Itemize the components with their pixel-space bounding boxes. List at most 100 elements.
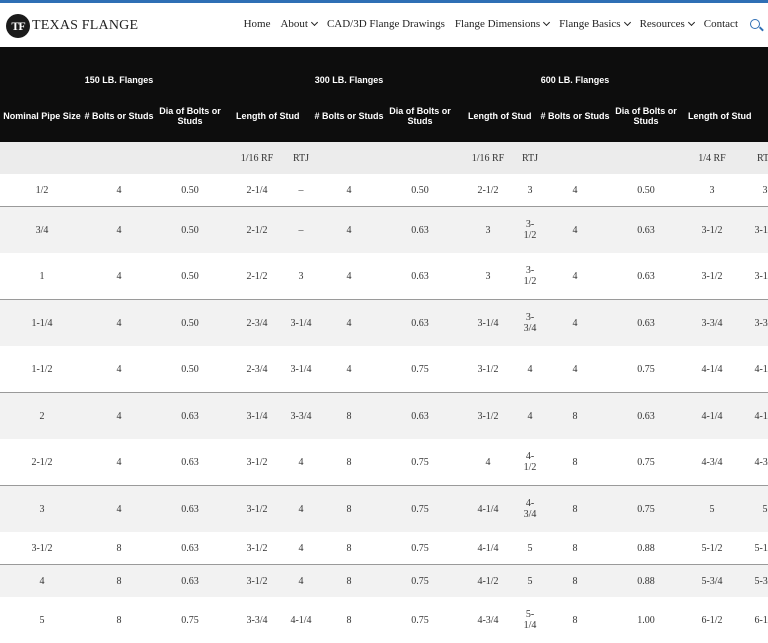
table-cell: 2-1/2: [456, 174, 520, 207]
nav-flange-basics[interactable]: Flange Basics: [559, 18, 631, 30]
table-cell: 3-1/2: [456, 346, 520, 393]
table-cell: 4: [0, 564, 84, 597]
table-cell: 4: [520, 346, 540, 393]
table-cell: 0.75: [610, 485, 682, 532]
table-cell: 3-1/2: [456, 392, 520, 439]
subheader-cell: 1/16 RF: [226, 142, 288, 174]
table-cell: 8: [314, 439, 384, 486]
nav-resources[interactable]: Resources: [639, 18, 695, 30]
table-cell: 4-1/4: [742, 392, 768, 439]
table-cell: 4: [314, 206, 384, 253]
table-cell: 0.75: [154, 597, 226, 643]
table-cell: 8: [314, 564, 384, 597]
nav-label: Home: [243, 18, 271, 30]
table-cell: 4: [84, 253, 154, 300]
table-cell: 0.63: [384, 299, 456, 346]
table-cell: 5-1/2: [682, 532, 742, 565]
table-cell: 3: [520, 174, 540, 207]
table-cell: 4-1/4: [456, 485, 520, 532]
table-cell: 4: [314, 174, 384, 207]
table-cell: 0.75: [384, 564, 456, 597]
table-cell: 4: [540, 206, 610, 253]
table-cell: 3-1/2: [682, 206, 742, 253]
table-cell: 3-1/2: [520, 206, 540, 253]
table-cell: 8: [540, 532, 610, 565]
table-cell: 0.63: [154, 439, 226, 486]
nav-label: Resources: [639, 18, 685, 30]
table-cell: 0.50: [154, 174, 226, 207]
table-cell: 3-3/4: [682, 299, 742, 346]
table-cell: 4: [84, 174, 154, 207]
table-cell: 0.75: [384, 485, 456, 532]
table-row: 1-1/2 4 0.50 2-3/4 3-1/4 4 0.75 3-1/2 4 4 0.75 4-1/…: [0, 346, 768, 393]
table-cell: 8: [540, 485, 610, 532]
table-cell: 2: [0, 392, 84, 439]
group-600lb-header: 600 LB. Flanges: [540, 47, 610, 89]
subheader-cell: 1/4 RF: [682, 142, 742, 174]
table-cell: 3: [682, 174, 742, 207]
nav-about[interactable]: About: [280, 18, 318, 30]
table-cell: 1: [0, 253, 84, 300]
table-cell: 0.63: [610, 206, 682, 253]
table-cell: 3-1/2: [682, 253, 742, 300]
table-row: 5 8 0.75 3-3/4 4-1/4 8 0.75 4-3/4 5-1/4 8 1.00 6-1/…: [0, 597, 768, 643]
table-cell: 0.75: [610, 439, 682, 486]
subheader-cell: RTJ: [288, 142, 314, 174]
table-cell: 4-1/4: [288, 597, 314, 643]
table-cell: 5: [520, 532, 540, 565]
col-header-300-bolts: # Bolts or Studs: [314, 89, 384, 142]
table-cell: 0.88: [610, 532, 682, 565]
table-cell: 4: [520, 392, 540, 439]
table-cell: 0.75: [384, 532, 456, 565]
search-icon[interactable]: [750, 19, 760, 29]
bolt-chart-table: 150 LB. Flanges 300 LB. Flanges 600 LB. …: [0, 47, 768, 643]
table-row: 3-1/2 8 0.63 3-1/2 4 8 0.75 4-1/4 5 8 0.88 5-1/2 5-1…: [0, 532, 768, 565]
table-cell: 2-3/4: [226, 346, 288, 393]
subheader-cell: [384, 142, 456, 174]
table-cell: 4: [540, 174, 610, 207]
nav-label: Contact: [703, 18, 738, 30]
table-cell: 1.00: [610, 597, 682, 643]
table-cell: 0.63: [610, 253, 682, 300]
table-cell: 0.50: [154, 206, 226, 253]
col-header-150-bolts: # Bolts or Studs: [84, 89, 154, 142]
table-cell: 4: [84, 299, 154, 346]
group-150lb-header: 150 LB. Flanges: [84, 47, 154, 89]
table-cell: 4-1/2: [520, 439, 540, 486]
nav-contact[interactable]: Contact: [704, 18, 738, 30]
table-cell: 0.63: [610, 299, 682, 346]
col-header-nominal-pipe-size: Nominal Pipe Size: [0, 89, 84, 142]
table-cell: 0.63: [384, 206, 456, 253]
table-cell: 0.63: [154, 485, 226, 532]
table-cell: 4: [84, 485, 154, 532]
group-spacer: [154, 47, 314, 89]
table-cell: 2-1/2: [226, 253, 288, 300]
table-cell: –: [288, 206, 314, 253]
table-cell: 0.50: [610, 174, 682, 207]
table-cell: 4: [540, 253, 610, 300]
table-cell: 0.88: [610, 564, 682, 597]
subheader-cell: [540, 142, 610, 174]
table-cell: 0.50: [384, 174, 456, 207]
table-cell: 4-1/4: [682, 346, 742, 393]
table-cell: 3-1/4: [288, 346, 314, 393]
table-cell: 4: [84, 206, 154, 253]
table-cell: 0.63: [610, 392, 682, 439]
table-cell: 3-3/4: [742, 299, 768, 346]
table-cell: 4-1/4: [682, 392, 742, 439]
table-cell: 4: [540, 299, 610, 346]
table-row: 2-1/2 4 0.63 3-1/2 4 8 0.75 4 4-1/2 8 0.75 4-3/4 4-3…: [0, 439, 768, 486]
table-cell: 4: [456, 439, 520, 486]
site-logo[interactable]: TF TEXAS FLANGE: [6, 14, 138, 38]
nav-home[interactable]: Home: [244, 18, 271, 30]
nav-cad-3d-flange-drawings[interactable]: CAD/3D Flange Drawings: [327, 18, 445, 30]
table-cell: 4: [288, 439, 314, 486]
nav-flange-dimensions[interactable]: Flange Dimensions: [455, 18, 551, 30]
table-cell: 3: [288, 253, 314, 300]
table-cell: 1-1/4: [0, 299, 84, 346]
col-header-300-dia: Dia of Bolts or Studs: [384, 89, 456, 142]
table-cell: 0.50: [154, 346, 226, 393]
table-cell: 4-3/4: [456, 597, 520, 643]
main-nav: Home About CAD/3D Flange Drawings Flange Di…: [234, 18, 760, 30]
table-row: 480.633-1/2480.754-1/2580.885-3/45-3/4: [0, 564, 768, 597]
